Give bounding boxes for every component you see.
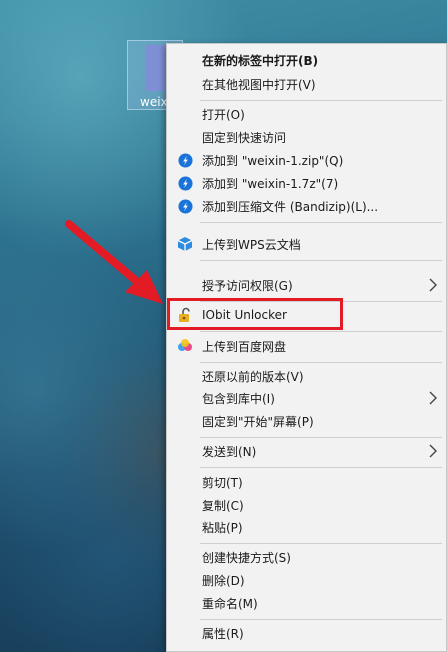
- menu-separator: [200, 260, 442, 261]
- menu-item-open[interactable]: 打开(O): [167, 103, 446, 125]
- bandizip-icon: [177, 152, 193, 168]
- menu-item-delete[interactable]: 删除(D): [167, 569, 446, 591]
- menu-item-add-to-zip[interactable]: 添加到 "weixin-1.zip"(Q): [167, 149, 446, 171]
- menu-separator: [200, 222, 442, 223]
- menu-item-pin-start[interactable]: 固定到"开始"屏幕(P): [167, 410, 446, 432]
- menu-item-include-library[interactable]: 包含到库中(I): [167, 387, 446, 409]
- menu-separator: [200, 437, 442, 438]
- menu-item-properties[interactable]: 属性(R): [167, 622, 446, 644]
- menu-separator: [200, 100, 442, 101]
- menu-item-open-other-view[interactable]: 在其他视图中打开(V): [167, 73, 446, 95]
- menu-item-open-new-tab[interactable]: 在新的标签中打开(B): [167, 49, 446, 71]
- menu-item-cut[interactable]: 剪切(T): [167, 471, 446, 493]
- chevron-right-icon: [429, 391, 437, 405]
- menu-item-grant-access[interactable]: 授予访问权限(G): [167, 274, 446, 296]
- menu-item-upload-wps[interactable]: 上传到WPS云文档: [167, 233, 446, 255]
- bandizip-icon: [177, 198, 193, 214]
- file-thumbnail: [146, 45, 168, 91]
- menu-item-add-to-7z[interactable]: 添加到 "weixin-1.7z"(7): [167, 172, 446, 194]
- menu-item-add-to-archive[interactable]: 添加到压缩文件 (Bandizip)(L)...: [167, 195, 446, 217]
- menu-item-paste[interactable]: 粘贴(P): [167, 516, 446, 538]
- chevron-right-icon: [429, 278, 437, 292]
- red-arrow-annotation: [65, 220, 163, 304]
- context-menu: 在新的标签中打开(B) 在其他视图中打开(V) 打开(O) 固定到快速访问 添加…: [166, 43, 447, 652]
- menu-item-create-shortcut[interactable]: 创建快捷方式(S): [167, 546, 446, 568]
- menu-separator: [200, 331, 442, 332]
- menu-item-pin-quick-access[interactable]: 固定到快速访问: [167, 126, 446, 148]
- menu-separator: [200, 543, 442, 544]
- bandizip-icon: [177, 175, 193, 191]
- menu-item-copy[interactable]: 复制(C): [167, 494, 446, 516]
- red-highlight-box: [167, 298, 343, 330]
- menu-item-upload-baidu[interactable]: 上传到百度网盘: [167, 335, 446, 357]
- menu-item-restore-versions[interactable]: 还原以前的版本(V): [167, 365, 446, 387]
- wps-cloud-box-icon: [177, 236, 193, 252]
- menu-item-send-to[interactable]: 发送到(N): [167, 440, 446, 462]
- chevron-right-icon: [429, 444, 437, 458]
- menu-item-rename[interactable]: 重命名(M): [167, 592, 446, 614]
- menu-separator: [200, 619, 442, 620]
- menu-separator: [200, 362, 442, 363]
- menu-separator: [200, 467, 442, 468]
- baidu-netdisk-icon: [177, 338, 193, 354]
